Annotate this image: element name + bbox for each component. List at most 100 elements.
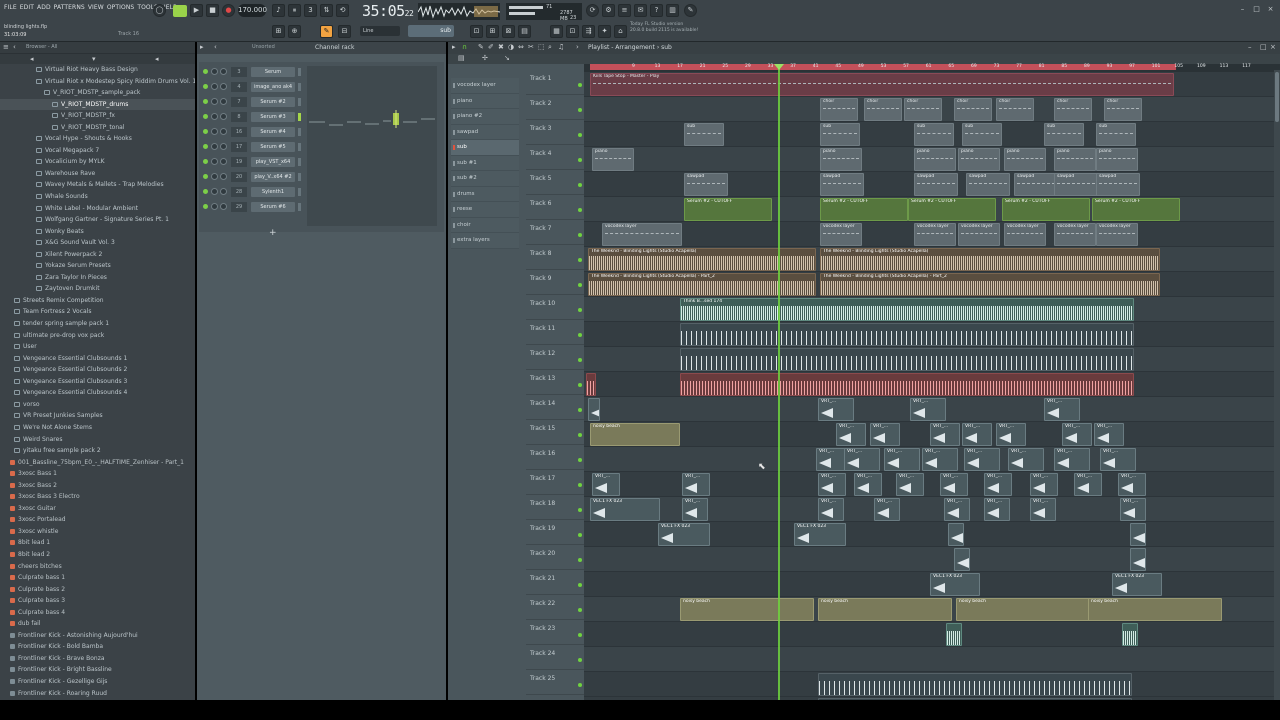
mixer-track-number[interactable]: 19 [231, 157, 247, 167]
browser-item[interactable]: Zaytoven Drumkit [0, 283, 195, 295]
track-header[interactable]: Track 19 [526, 520, 584, 545]
mixer-track-number[interactable]: 4 [231, 82, 247, 92]
track-header[interactable]: Track 23 [526, 620, 584, 645]
channel-name-button[interactable]: Serum #3 [251, 112, 295, 122]
channel-row[interactable]: 3 Serum [201, 66, 301, 79]
track-active-led[interactable] [578, 333, 582, 337]
blend-notes-icon[interactable]: ⇅ [320, 4, 333, 17]
menu-add[interactable]: ADD [37, 4, 51, 11]
browser-item[interactable]: We're Not Alone Stems [0, 422, 195, 434]
hint-bar-icon[interactable]: ◯ [153, 4, 166, 17]
clip-piano[interactable]: piano [958, 148, 1000, 171]
clip-vrt[interactable]: VRT_... [1118, 473, 1146, 496]
track-active-led[interactable] [578, 283, 582, 287]
browser-item[interactable]: Vocalicium by MYLK [0, 156, 195, 168]
clip-vrt[interactable]: VRT_... [984, 473, 1012, 496]
browser-item[interactable]: ultimate pre-drop vox pack [0, 330, 195, 342]
pattern-item[interactable]: vocodex layer [451, 78, 519, 94]
clip-vrt[interactable]: VRT_... [592, 473, 620, 496]
channel-led[interactable] [203, 69, 208, 74]
toolbar-icon-h[interactable]: ✦ [598, 25, 611, 38]
clip-vrt[interactable]: VRT_... [996, 423, 1026, 446]
browser-item[interactable]: Culprate bass 1 [0, 572, 195, 584]
channel-select[interactable] [298, 188, 301, 196]
track-lane[interactable] [584, 572, 1274, 597]
channel-rack-menu-icon[interactable]: ▸ [200, 43, 204, 51]
playlist-chevron-icon[interactable]: › [576, 43, 579, 51]
chat-icon[interactable]: ✎ [684, 4, 697, 17]
browser-item[interactable]: VR Preset Junkies Samples [0, 410, 195, 422]
clip-perc[interactable] [680, 323, 1134, 346]
pattern-item[interactable]: sub [451, 140, 519, 156]
clip-vrt[interactable]: VRT_... [1044, 398, 1080, 421]
channel-row[interactable]: 7 Serum #2 [201, 96, 301, 109]
browser-item[interactable]: User [0, 341, 195, 353]
playlist-close-icon[interactable]: × [1270, 43, 1276, 51]
playhead-marker[interactable] [774, 64, 784, 70]
channel-row[interactable]: 17 Serum #5 [201, 141, 301, 154]
clip-choir[interactable]: choir [904, 98, 942, 121]
track-header[interactable]: Track 21 [526, 570, 584, 595]
clip-red[interactable] [680, 373, 1134, 396]
channel-rack-back-icon[interactable]: ‹ [214, 43, 217, 51]
mixer-track-number[interactable]: 16 [231, 127, 247, 137]
volume-knob[interactable] [220, 83, 227, 90]
channel-select[interactable] [298, 158, 301, 166]
clip-fx[interactable] [954, 548, 970, 571]
track-active-led[interactable] [578, 683, 582, 687]
clip-vec[interactable]: VEC1 FX 023 [590, 498, 660, 521]
channel-row[interactable]: 19 play_VST_x64 [201, 156, 301, 169]
channel-select[interactable] [298, 143, 301, 151]
track-header[interactable]: Track 16 [526, 445, 584, 470]
track-header[interactable]: Track 14 [526, 395, 584, 420]
toolbar-icon-f[interactable]: ⊡ [566, 25, 579, 38]
clip-cutoff[interactable]: Serum #2 - CUTOFF [908, 198, 996, 221]
mixer-track-number[interactable]: 3 [231, 67, 247, 77]
pattern-item[interactable]: drums [451, 186, 519, 202]
track-header[interactable]: Track 5 [526, 170, 584, 195]
track-active-led[interactable] [578, 508, 582, 512]
browser-item[interactable]: 3xosc Bass 2 [0, 480, 195, 492]
toolbar-icon-a[interactable]: ⊡ [470, 25, 483, 38]
browser-item[interactable]: Vengeance Essential Clubsounds 4 [0, 387, 195, 399]
channel-row[interactable]: 8 Serum #3 [201, 111, 301, 124]
play-button[interactable]: ▶ [190, 4, 203, 17]
clip-vocodex[interactable]: vocodex layer [602, 223, 682, 246]
browser-item[interactable]: Frontliner Kick - Bold Bamba [0, 641, 195, 653]
track-header[interactable]: Track 4 [526, 145, 584, 170]
playlist-minimize-icon[interactable]: – [1248, 43, 1252, 51]
clip-vrt[interactable]: VRT_... [1100, 448, 1136, 471]
clip-vrt[interactable]: VRT_... [854, 473, 882, 496]
picker-icon[interactable]: ▤ [458, 54, 465, 62]
tempo-display[interactable]: 170.000 [238, 4, 267, 17]
track-active-led[interactable] [578, 608, 582, 612]
browser-item[interactable]: Vocal Hype - Shouts & Hooks [0, 133, 195, 145]
pan-knob[interactable] [211, 68, 218, 75]
picker-arrow-icon[interactable]: ↘ [504, 54, 510, 62]
track-active-led[interactable] [578, 458, 582, 462]
volume-knob[interactable] [220, 158, 227, 165]
toolbar-icon-b[interactable]: ⊞ [486, 25, 499, 38]
clip-choir[interactable]: choir [996, 98, 1034, 121]
add-channel-button[interactable]: + [269, 228, 277, 238]
volume-knob[interactable] [220, 98, 227, 105]
pattern-item[interactable]: piano #2 [451, 109, 519, 125]
mixer-track-number[interactable]: 8 [231, 112, 247, 122]
clip-sub[interactable]: sub [684, 123, 724, 146]
browser-item[interactable]: X&G Sound Vault Vol. 3 [0, 237, 195, 249]
channel-select[interactable] [298, 128, 301, 136]
track-header[interactable]: Track 18 [526, 495, 584, 520]
pan-knob[interactable] [211, 173, 218, 180]
track-header[interactable]: Track 1 [526, 70, 584, 95]
track-active-led[interactable] [578, 658, 582, 662]
volume-knob[interactable] [220, 203, 227, 210]
clip-vrt[interactable]: VRT_... [1120, 498, 1146, 521]
clip-perc[interactable] [680, 348, 1134, 371]
browser-item[interactable]: 3xosc Portalead [0, 514, 195, 526]
clip-vrt[interactable]: VRT_... [896, 473, 924, 496]
clip-cutoff[interactable]: Serum #2 - CUTOFF [1002, 198, 1090, 221]
track-header[interactable]: Track 25 [526, 670, 584, 695]
channel-select[interactable] [298, 98, 301, 106]
browser-item[interactable]: Vengeance Essential Clubsounds 1 [0, 353, 195, 365]
clip-sub[interactable]: sub [962, 123, 1002, 146]
